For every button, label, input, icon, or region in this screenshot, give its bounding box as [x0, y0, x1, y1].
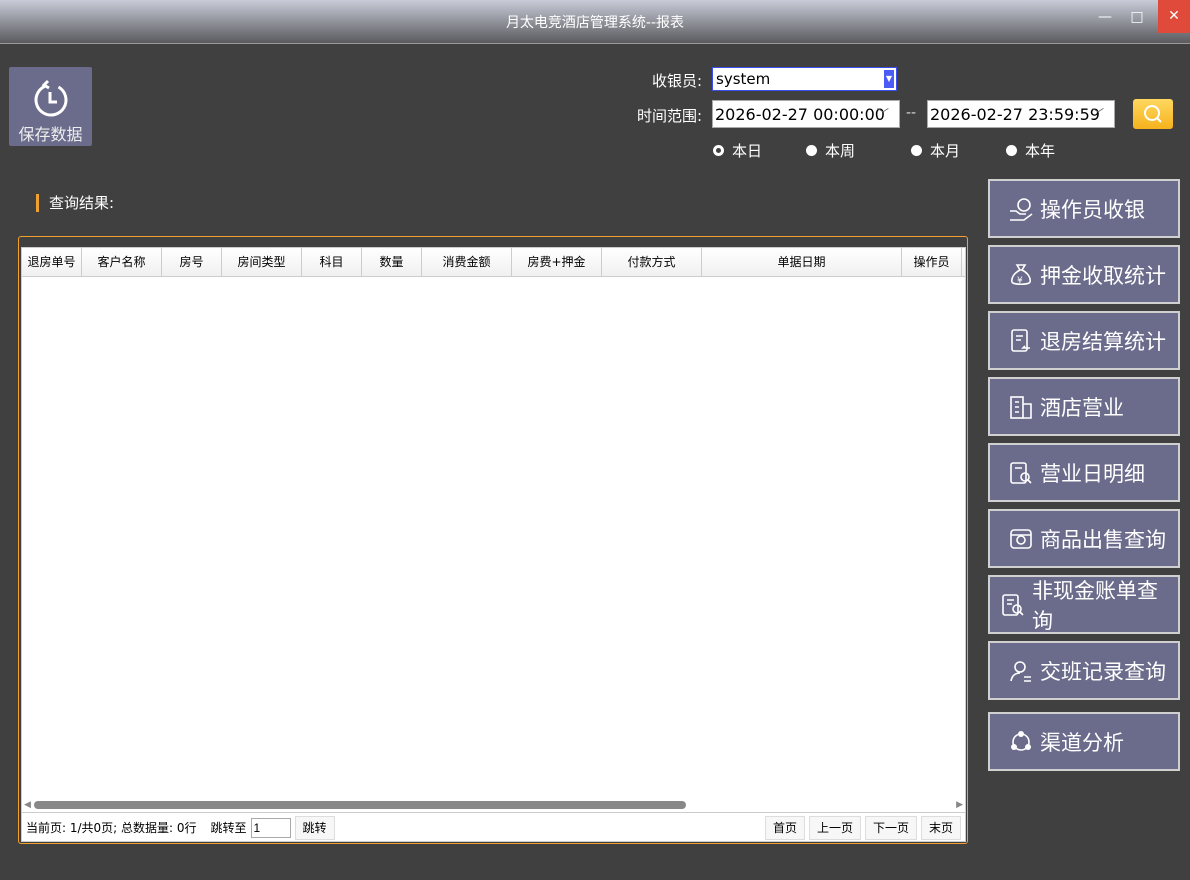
maximize-button[interactable]: □ [1122, 4, 1152, 32]
last-page-button[interactable]: 末页 [920, 815, 961, 840]
scrollbar-thumb[interactable] [34, 801, 686, 809]
column-header[interactable]: 房号 [162, 248, 222, 276]
report-checkout-stats[interactable]: 退房结算统计 [988, 311, 1180, 370]
channel-icon [1011, 730, 1031, 751]
svg-text:¥: ¥ [1017, 276, 1023, 286]
report-deposit-stats[interactable]: ¥ 押金收取统计 [988, 245, 1180, 304]
money-bag-icon: ¥ [1011, 263, 1031, 286]
column-header[interactable]: 单据日期 [702, 248, 902, 276]
report-shift-records[interactable]: 交班记录查询 [988, 641, 1180, 700]
jump-page-input[interactable] [250, 817, 291, 838]
report-daily-detail[interactable]: 营业日明细 [988, 443, 1180, 502]
report-label: 押金收取统计 [1040, 263, 1166, 288]
pagination-bar: 当前页: 1/共0页; 总数据量: 0行 跳转至 跳转 首页 上一页 下一页 末… [22, 812, 965, 842]
radio-today[interactable]: 本日 [713, 140, 762, 161]
scroll-left-icon[interactable]: ◀ [24, 800, 31, 810]
time-range-label: 时间范围: [636, 107, 702, 125]
jump-label: 跳转至 [210, 821, 247, 835]
column-header[interactable]: 付款方式 [602, 248, 702, 276]
report-channel-analysis[interactable]: 渠道分析 [988, 712, 1180, 771]
chevron-down-icon: ﹀ [876, 107, 889, 121]
report-label: 营业日明细 [1040, 461, 1145, 486]
column-header[interactable]: 退房单号 [22, 248, 82, 276]
cashier-value: system [716, 70, 771, 88]
radio-icon [713, 145, 724, 156]
column-header[interactable]: 房间类型 [222, 248, 302, 276]
column-header[interactable]: 客户名称 [82, 248, 162, 276]
report-goods-sales[interactable]: 商品出售查询 [988, 509, 1180, 568]
window-title: 月太电竞酒店管理系统--报表 [505, 15, 685, 31]
report-hotel-business[interactable]: 酒店营业 [988, 377, 1180, 436]
return-doc-icon [1011, 328, 1030, 352]
column-header[interactable]: 房费+押金 [512, 248, 602, 276]
clock-refresh-icon [34, 79, 67, 117]
end-date-value: 2026-02-27 23:59:59 [930, 105, 1100, 124]
close-button[interactable]: ✕ [1158, 0, 1190, 33]
radio-icon [806, 145, 817, 156]
search-icon [1144, 105, 1162, 123]
radio-label: 本年 [1025, 142, 1056, 160]
report-label: 非现金账单查询 [1032, 578, 1158, 633]
report-operator-cashier[interactable]: 操作员收银 [988, 179, 1180, 238]
column-header[interactable]: 科目 [302, 248, 362, 276]
next-page-button[interactable]: 下一页 [864, 815, 917, 840]
column-header[interactable]: 数量 [362, 248, 422, 276]
detail-search-icon [1010, 461, 1032, 484]
start-date-value: 2026-02-27 00:00:00 [715, 105, 885, 124]
shop-icon [1010, 528, 1032, 549]
hand-coin-icon [1010, 197, 1033, 221]
start-date-picker[interactable]: 2026-02-27 00:00:00 ﹀ [712, 100, 900, 128]
jump-button[interactable]: 跳转 [294, 815, 335, 840]
results-table: 退房单号 客户名称 房号 房间类型 科目 数量 消费金额 房费+押金 付款方式 … [21, 247, 966, 842]
report-non-cash-bills[interactable]: 非现金账单查询 [988, 575, 1180, 634]
cashier-select[interactable]: system ▼ [712, 67, 897, 91]
table-header: 退房单号 客户名称 房号 房间类型 科目 数量 消费金额 房费+押金 付款方式 … [22, 248, 965, 277]
chevron-down-icon: ﹀ [1091, 107, 1104, 121]
report-label: 操作员收银 [1040, 197, 1145, 222]
building-icon [1010, 395, 1032, 419]
save-data-label: 保存数据 [18, 125, 83, 144]
report-label: 商品出售查询 [1040, 527, 1166, 552]
horizontal-scrollbar[interactable]: ◀ ▶ [22, 798, 965, 812]
first-page-button[interactable]: 首页 [764, 815, 805, 840]
date-separator: -- [906, 105, 917, 121]
radio-this-week[interactable]: 本周 [806, 140, 855, 161]
cashier-label: 收银员: [651, 72, 702, 90]
save-data-button[interactable]: 保存数据 [9, 67, 92, 146]
report-label: 交班记录查询 [1040, 659, 1166, 684]
page-status: 当前页: 1/共0页; 总数据量: 0行 [26, 821, 197, 835]
column-header[interactable]: 消费金额 [422, 248, 512, 276]
report-label: 退房结算统计 [1040, 329, 1166, 354]
search-button[interactable] [1133, 99, 1173, 129]
user-shift-icon [1010, 660, 1031, 682]
radio-this-year[interactable]: 本年 [1006, 140, 1055, 161]
radio-this-month[interactable]: 本月 [911, 140, 960, 161]
radio-icon [911, 145, 922, 156]
scroll-right-icon[interactable]: ▶ [956, 800, 963, 810]
end-date-picker[interactable]: 2026-02-27 23:59:59 ﹀ [927, 100, 1115, 128]
chevron-down-icon[interactable]: ▼ [884, 70, 894, 88]
report-label: 渠道分析 [1040, 730, 1124, 755]
results-panel: 退房单号 客户名称 房号 房间类型 科目 数量 消费金额 房费+押金 付款方式 … [18, 236, 968, 844]
title-bar: 月太电竞酒店管理系统--报表 — □ ✕ [0, 0, 1190, 44]
bill-search-icon [1002, 593, 1024, 616]
column-header[interactable]: 操作员 [902, 248, 962, 276]
report-label: 酒店营业 [1040, 395, 1124, 420]
radio-label: 本日 [732, 142, 763, 160]
radio-icon [1006, 145, 1017, 156]
radio-label: 本周 [825, 142, 856, 160]
radio-label: 本月 [930, 142, 961, 160]
results-heading: 查询结果: [36, 194, 114, 212]
minimize-button[interactable]: — [1090, 4, 1120, 32]
prev-page-button[interactable]: 上一页 [808, 815, 861, 840]
